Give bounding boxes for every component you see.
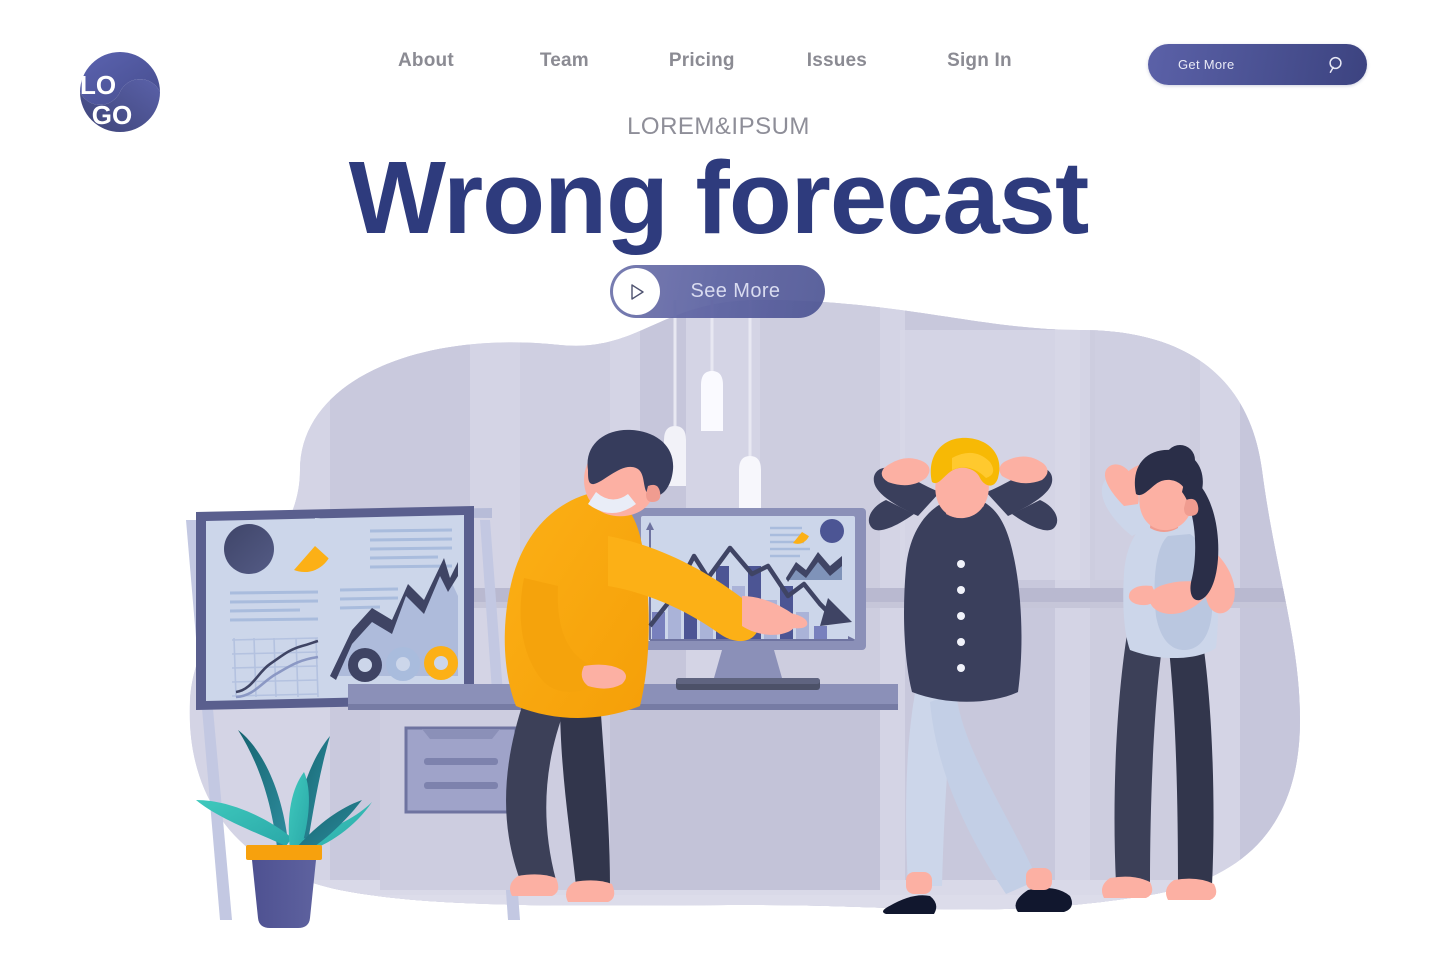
whiteboard-donut-rings <box>348 646 458 682</box>
nav-item-about[interactable]: About <box>398 50 454 72</box>
see-more-label: See More <box>690 280 781 302</box>
nav-item-issues[interactable]: Issues <box>807 50 867 72</box>
whiteboard-circle <box>224 524 274 574</box>
nav-item-team[interactable]: Team <box>540 50 589 72</box>
svg-text:GO: GO <box>92 100 132 130</box>
landing-page: LO GO About Team Pricing Issues Sign In … <box>0 0 1437 980</box>
logo-icon: LO GO <box>80 52 160 132</box>
see-more-button[interactable]: See More <box>610 265 825 318</box>
logo[interactable]: LO GO <box>76 48 164 136</box>
play-icon <box>630 283 644 300</box>
nav-item-sign-in[interactable]: Sign In <box>947 50 1012 72</box>
page-title: Wrong forecast <box>348 140 1090 255</box>
search-icon <box>1329 56 1342 73</box>
get-more-label: Get More <box>1178 57 1235 72</box>
main-nav: About Team Pricing Issues Sign In <box>398 50 1012 72</box>
get-more-button[interactable]: Get More <box>1148 44 1367 85</box>
filing-cabinet <box>404 726 518 814</box>
nav-item-pricing[interactable]: Pricing <box>669 50 735 72</box>
svg-text:LO: LO <box>80 70 116 100</box>
play-button-circle[interactable] <box>613 268 660 315</box>
site-header: LO GO About Team Pricing Issues Sign In … <box>0 0 1437 132</box>
desk <box>348 684 898 890</box>
